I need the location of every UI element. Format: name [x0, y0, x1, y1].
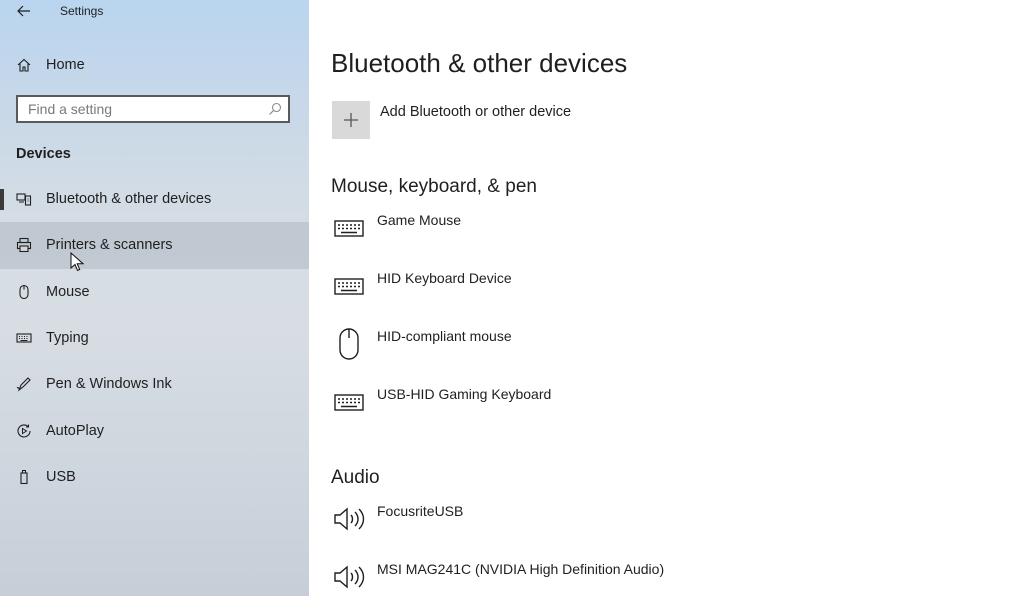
sidebar-item-bluetooth[interactable]: Bluetooth & other devices — [0, 176, 309, 222]
sidebar-item-typing[interactable]: Typing — [0, 315, 309, 361]
back-arrow-icon — [17, 5, 30, 17]
add-device-button[interactable]: Add Bluetooth or other device — [332, 101, 571, 139]
device-hid-mouse[interactable]: HID-compliant mouse — [331, 326, 931, 376]
sidebar-item-label: Bluetooth & other devices — [46, 191, 212, 208]
sidebar-item-label: Pen & Windows Ink — [46, 376, 172, 393]
add-device-label: Add Bluetooth or other device — [380, 104, 572, 120]
mouse-icon — [331, 326, 367, 362]
sidebar-item-autoplay[interactable]: AutoPlay — [0, 407, 309, 453]
title-bar: Settings — [0, 0, 309, 22]
device-msi-monitor-audio[interactable]: MSI MAG241C (NVIDIA High Definition Audi… — [331, 559, 931, 609]
bluetooth-devices-icon — [16, 191, 32, 207]
sidebar-item-label: AutoPlay — [46, 422, 105, 439]
device-game-mouse[interactable]: Game Mouse — [331, 210, 931, 260]
device-name: HID Keyboard Device — [377, 270, 512, 286]
nav-list: Bluetooth & other devices Printers & sca… — [0, 176, 309, 500]
keyboard-icon — [331, 268, 367, 304]
sidebar: Settings Home Devices — [0, 0, 309, 596]
sidebar-item-label: Printers & scanners — [46, 237, 173, 254]
sidebar-item-printers[interactable]: Printers & scanners — [0, 222, 309, 269]
group-title-input-devices: Mouse, keyboard, & pen — [331, 176, 537, 197]
sidebar-item-label: Mouse — [46, 283, 90, 300]
section-label-devices: Devices — [16, 146, 71, 162]
sidebar-item-label: Typing — [46, 330, 89, 347]
keyboard-icon — [331, 210, 367, 246]
autoplay-icon — [16, 423, 32, 439]
back-button[interactable] — [10, 0, 38, 22]
search-input[interactable] — [26, 97, 270, 121]
app-title: Settings — [60, 4, 104, 18]
group-title-audio: Audio — [331, 467, 380, 488]
device-usb-hid-keyboard[interactable]: USB-HID Gaming Keyboard — [331, 384, 931, 434]
sidebar-item-mouse[interactable]: Mouse — [0, 269, 309, 315]
printer-icon — [16, 237, 32, 253]
home-label: Home — [46, 57, 85, 73]
sidebar-item-home[interactable]: Home — [0, 50, 309, 80]
device-name: USB-HID Gaming Keyboard — [377, 386, 552, 402]
device-name: FocusriteUSB — [377, 503, 464, 519]
keyboard-icon — [16, 330, 32, 346]
device-name: HID-compliant mouse — [377, 328, 512, 344]
home-icon — [16, 57, 32, 73]
sidebar-item-usb[interactable]: USB — [0, 454, 309, 500]
search-icon[interactable] — [268, 102, 282, 121]
device-name: MSI MAG241C (NVIDIA High Definition Audi… — [377, 561, 665, 577]
selection-indicator — [0, 189, 4, 210]
page-title: Bluetooth & other devices — [331, 48, 628, 78]
device-name: Game Mouse — [377, 212, 462, 228]
speaker-icon — [331, 559, 367, 595]
main-content: Bluetooth & other devices Add Bluetooth … — [309, 0, 1012, 596]
usb-icon — [16, 469, 32, 485]
sidebar-item-pen[interactable]: Pen & Windows Ink — [0, 361, 309, 407]
device-focusrite[interactable]: FocusriteUSB — [331, 501, 931, 551]
device-hid-keyboard[interactable]: HID Keyboard Device — [331, 268, 931, 318]
add-device-tile[interactable] — [332, 101, 370, 139]
mouse-cursor-icon — [70, 252, 84, 272]
keyboard-icon — [331, 384, 367, 420]
pen-icon — [16, 376, 32, 392]
sidebar-item-label: USB — [46, 468, 76, 485]
mouse-icon — [16, 284, 32, 300]
speaker-icon — [331, 501, 367, 537]
search-box[interactable] — [16, 95, 290, 123]
plus-icon — [344, 113, 358, 127]
